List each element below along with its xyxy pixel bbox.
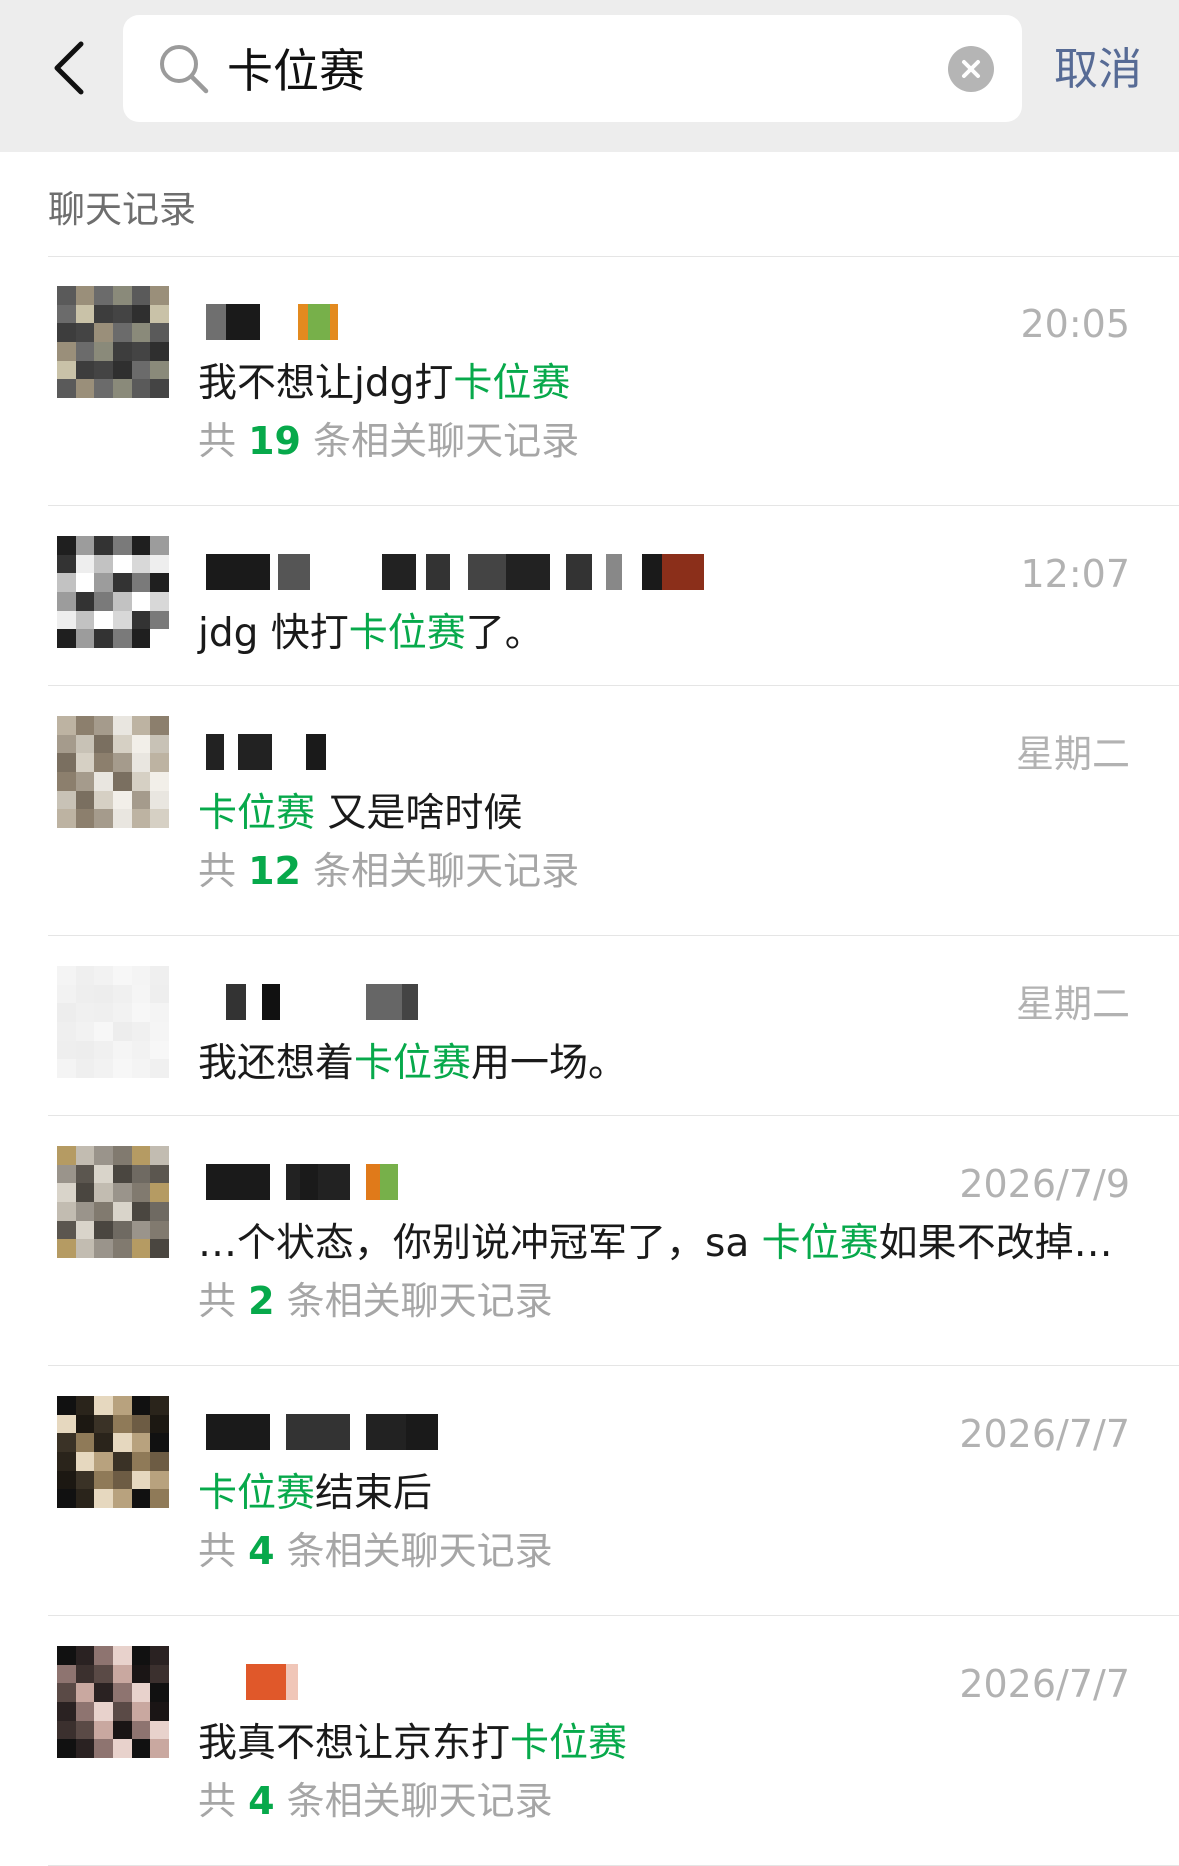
message-text: 用一场。 xyxy=(471,1041,628,1086)
related-count: 共 12 条相关聊天记录 xyxy=(198,849,580,893)
chat-result-row[interactable]: 2026/7/7 我真不想让京东打卡位赛共 4 条相关聊天记录 xyxy=(0,1616,1179,1866)
message-time: 2026/7/7 xyxy=(959,1662,1130,1706)
keyword-highlight: 卡位赛 xyxy=(510,1721,628,1766)
message-text: jdg 快打 xyxy=(198,611,349,656)
back-button[interactable] xyxy=(44,36,92,100)
avatar xyxy=(57,966,169,1078)
chat-result-row[interactable]: 2026/7/7 卡位赛结束后共 4 条相关聊天记录 xyxy=(0,1366,1179,1616)
message-text: …个状态，你别说冲冠军了，sa xyxy=(198,1221,762,1266)
search-box[interactable] xyxy=(123,15,1022,122)
message-preview: 我还想着卡位赛用一场。 xyxy=(198,1038,627,1090)
contact-name xyxy=(206,1408,726,1456)
message-text: 了。 xyxy=(465,611,544,656)
keyword-highlight: 卡位赛 xyxy=(354,1041,472,1086)
cancel-button[interactable]: 取消 xyxy=(1054,38,1164,102)
search-header: 取消 xyxy=(0,0,1179,152)
message-preview: …个状态，你别说冲冠军了，sa 卡位赛如果不改掉… xyxy=(198,1218,1113,1270)
contact-name xyxy=(206,978,726,1026)
contact-name xyxy=(206,548,726,596)
message-time: 12:07 xyxy=(1020,552,1130,596)
message-preview: 卡位赛结束后 xyxy=(198,1468,432,1520)
chat-result-row[interactable]: 星期二卡位赛 又是啥时候共 12 条相关聊天记录 xyxy=(0,686,1179,936)
avatar xyxy=(57,1646,169,1758)
message-preview: 卡位赛 又是啥时候 xyxy=(198,788,522,840)
message-time: 20:05 xyxy=(1020,302,1130,346)
related-count: 共 2 条相关聊天记录 xyxy=(198,1279,553,1323)
search-icon xyxy=(160,45,209,94)
keyword-highlight: 卡位赛 xyxy=(761,1221,879,1266)
message-time: 星期二 xyxy=(1015,982,1130,1026)
contact-name xyxy=(206,728,726,776)
chat-record-list: 20:05 我不想让jdg打卡位赛共 19 条相关聊天记录 12:07 jdg 快打卡… xyxy=(0,256,1179,1866)
section-title: 聊天记录 xyxy=(48,188,196,231)
message-preview: 我不想让jdg打卡位赛 xyxy=(198,358,570,410)
avatar xyxy=(57,1146,169,1258)
chat-result-row[interactable]: 20:05 我不想让jdg打卡位赛共 19 条相关聊天记录 xyxy=(0,256,1179,506)
message-time: 星期二 xyxy=(1015,732,1130,776)
chat-result-row[interactable]: 星期二我还想着卡位赛用一场。 xyxy=(0,936,1179,1116)
message-preview: 我真不想让京东打卡位赛 xyxy=(198,1718,627,1770)
count-number: 19 xyxy=(248,419,301,463)
keyword-highlight: 卡位赛 xyxy=(348,611,466,656)
message-text: 结束后 xyxy=(315,1471,433,1516)
count-number: 2 xyxy=(248,1279,275,1323)
count-number: 4 xyxy=(248,1779,275,1823)
search-input[interactable] xyxy=(227,33,867,103)
message-text: 我真不想让京东打 xyxy=(198,1721,511,1766)
keyword-highlight: 卡位赛 xyxy=(198,1471,316,1516)
avatar xyxy=(57,286,169,398)
chat-result-row[interactable]: 2026/7/9 …个状态，你别说冲冠军了，sa 卡位赛如果不改掉… 共 2 条相关… xyxy=(0,1116,1179,1366)
message-time: 2026/7/7 xyxy=(959,1412,1130,1456)
contact-name xyxy=(206,1158,726,1206)
clear-icon xyxy=(962,60,980,78)
avatar xyxy=(57,716,169,828)
message-time: 2026/7/9 xyxy=(959,1162,1130,1206)
keyword-highlight: 卡位赛 xyxy=(198,791,316,836)
count-number: 12 xyxy=(248,849,301,893)
message-text: 我不想让jdg打 xyxy=(198,361,454,406)
message-text: 如果不改掉… xyxy=(878,1221,1113,1266)
related-count: 共 4 条相关聊天记录 xyxy=(198,1529,553,1573)
related-count: 共 19 条相关聊天记录 xyxy=(198,419,580,463)
back-chevron-icon xyxy=(54,41,84,95)
message-text: 又是啥时候 xyxy=(315,791,523,836)
divider xyxy=(48,256,1179,257)
keyword-highlight: 卡位赛 xyxy=(453,361,571,406)
avatar xyxy=(57,1396,169,1508)
avatar xyxy=(57,536,169,648)
clear-search-button[interactable] xyxy=(948,46,994,92)
contact-name xyxy=(206,298,726,346)
message-preview: jdg 快打卡位赛了。 xyxy=(198,608,544,660)
message-text: 我还想着 xyxy=(198,1041,355,1086)
contact-name xyxy=(206,1658,726,1706)
count-number: 4 xyxy=(248,1529,275,1573)
chat-result-row[interactable]: 12:07 jdg 快打卡位赛了。 xyxy=(0,506,1179,686)
related-count: 共 4 条相关聊天记录 xyxy=(198,1779,553,1823)
